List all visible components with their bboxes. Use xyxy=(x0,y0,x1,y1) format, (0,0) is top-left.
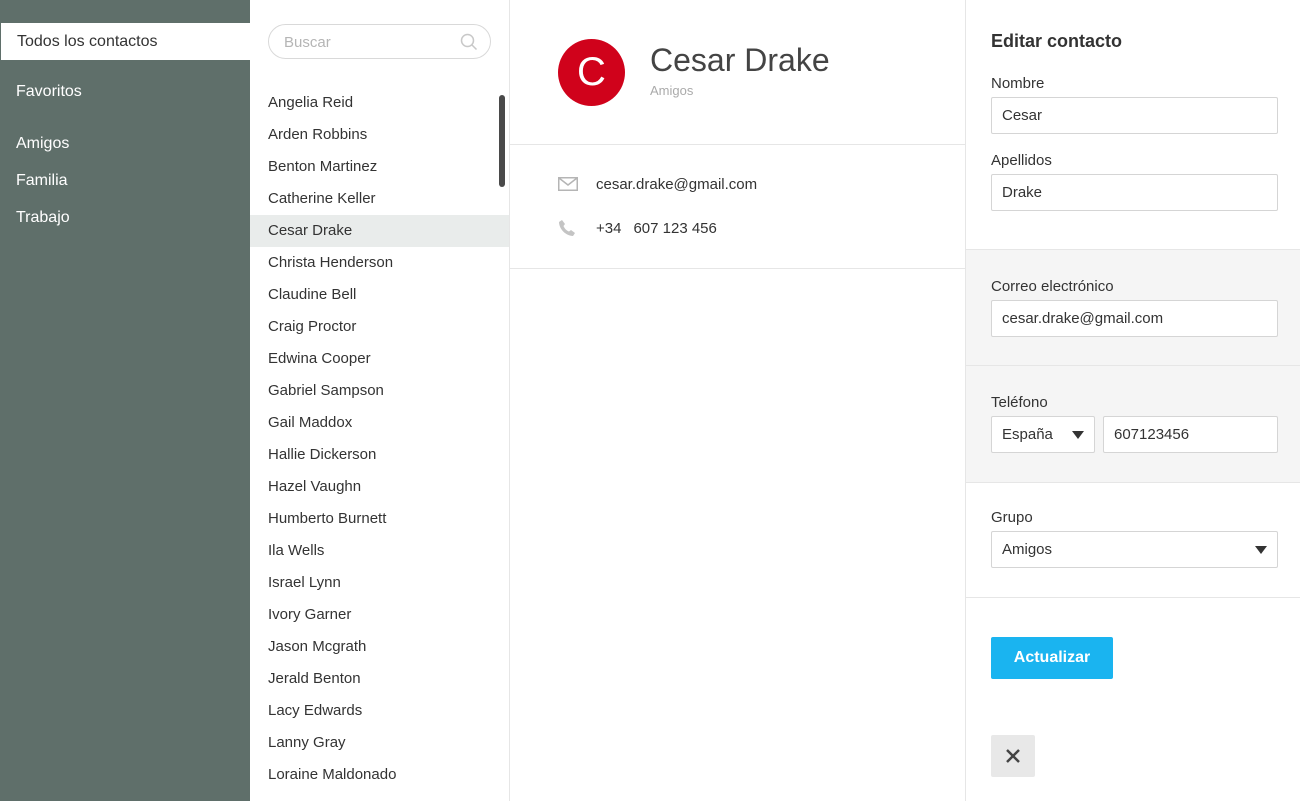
phone-field[interactable] xyxy=(1103,416,1278,453)
list-item[interactable]: Jason Mcgrath xyxy=(250,631,509,663)
chevron-down-icon xyxy=(1072,431,1084,439)
group-select-value: Amigos xyxy=(1002,541,1053,558)
search-input[interactable] xyxy=(284,32,454,52)
list-item[interactable]: Craig Proctor xyxy=(250,311,509,343)
list-item[interactable]: Cesar Drake xyxy=(250,215,509,247)
country-select-value: España xyxy=(1002,426,1053,443)
list-item[interactable]: Ila Wells xyxy=(250,535,509,567)
list-item[interactable]: Israel Lynn xyxy=(250,567,509,599)
sidebar-nav: Todos los contactos Favoritos Amigos Fam… xyxy=(0,0,250,801)
list-item[interactable]: Gail Maddox xyxy=(250,407,509,439)
phone-label: Teléfono xyxy=(991,394,1048,411)
close-button[interactable] xyxy=(991,735,1035,777)
list-item[interactable]: Lacy Edwards xyxy=(250,695,509,727)
search-icon[interactable] xyxy=(460,33,478,51)
group-label: Grupo xyxy=(991,509,1033,526)
list-item[interactable]: Catherine Keller xyxy=(250,183,509,215)
divider xyxy=(510,268,965,269)
email-row: cesar.drake@gmail.com xyxy=(558,174,757,194)
list-item[interactable]: Humberto Burnett xyxy=(250,503,509,535)
nav-item-friends[interactable]: Amigos xyxy=(0,125,250,162)
contact-group: Amigos xyxy=(650,83,694,98)
close-icon xyxy=(1006,749,1020,763)
update-button[interactable]: Actualizar xyxy=(991,637,1113,679)
contact-email[interactable]: cesar.drake@gmail.com xyxy=(596,176,757,193)
nav-item-family[interactable]: Familia xyxy=(0,162,250,199)
nav-item-work[interactable]: Trabajo xyxy=(0,199,250,236)
chevron-down-icon xyxy=(1255,546,1267,554)
list-item[interactable]: Gabriel Sampson xyxy=(250,375,509,407)
contact-name: Cesar Drake xyxy=(650,42,830,78)
list-item[interactable]: Jerald Benton xyxy=(250,663,509,695)
list-item[interactable]: Angelia Reid xyxy=(250,87,509,119)
last-name-field[interactable] xyxy=(991,174,1278,211)
edit-contact-panel: Editar contacto Nombre Apellidos Correo … xyxy=(965,0,1300,801)
list-item[interactable]: Hallie Dickerson xyxy=(250,439,509,471)
contact-list: Angelia Reid Arden Robbins Benton Martinez… xyxy=(250,87,509,791)
list-item[interactable]: Ivory Garner xyxy=(250,599,509,631)
phone-prefix: +34 xyxy=(596,219,622,237)
list-item[interactable]: Benton Martinez xyxy=(250,151,509,183)
nav-item-favorites[interactable]: Favoritos xyxy=(0,73,250,110)
email-label: Correo electrónico xyxy=(991,278,1114,295)
phone-icon xyxy=(558,219,580,237)
group-select[interactable]: Amigos xyxy=(991,531,1278,568)
list-item[interactable]: Christa Henderson xyxy=(250,247,509,279)
last-name-label: Apellidos xyxy=(991,152,1052,169)
contact-list-panel: Angelia ReidArden RobbinsBenton Martinez… xyxy=(250,0,510,801)
country-select[interactable]: España xyxy=(991,416,1095,453)
list-item[interactable]: Edwina Cooper xyxy=(250,343,509,375)
list-item[interactable]: Lanny Gray xyxy=(250,727,509,759)
mail-icon xyxy=(558,175,580,193)
list-item[interactable]: Arden Robbins xyxy=(250,119,509,151)
first-name-label: Nombre xyxy=(991,75,1045,92)
list-item[interactable]: Hazel Vaughn xyxy=(250,471,509,503)
contact-list-scrollbar[interactable] xyxy=(499,95,505,187)
contact-detail-panel: C Cesar Drake Amigos cesar.drake@gmail.c… xyxy=(510,0,965,801)
avatar: C xyxy=(558,39,625,106)
search-box xyxy=(268,24,491,59)
phone-row: +34 607 123 456 xyxy=(558,218,717,238)
email-field[interactable] xyxy=(991,300,1278,337)
divider xyxy=(966,597,1300,598)
divider xyxy=(510,144,965,145)
edit-title: Editar contacto xyxy=(991,31,1123,51)
first-name-field[interactable] xyxy=(991,97,1278,134)
nav-item-all-contacts[interactable]: Todos los contactos xyxy=(1,23,250,60)
contact-phone[interactable]: 607 123 456 xyxy=(633,220,716,237)
list-item[interactable]: Claudine Bell xyxy=(250,279,509,311)
list-item[interactable]: Loraine Maldonado xyxy=(250,759,509,791)
